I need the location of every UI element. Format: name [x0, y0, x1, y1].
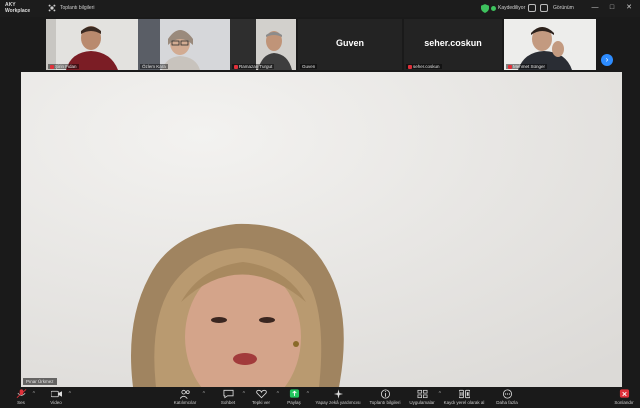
ai-companion-label: Yapay zekâ yardımcısı — [315, 400, 361, 405]
microphone-muted-icon — [16, 389, 26, 399]
end-label: Sonlandır — [614, 400, 634, 405]
participants-button[interactable]: Katılımcılar ^ — [170, 389, 205, 405]
chat-button[interactable]: Sohbet ^ — [216, 389, 245, 405]
chat-icon — [223, 389, 233, 399]
more-label: Daha fazla — [496, 400, 518, 405]
shield-icon[interactable] — [481, 4, 489, 13]
summary-button[interactable]: Toplantı bilgileri — [366, 389, 404, 405]
stop-recording-button[interactable] — [540, 4, 548, 12]
participant-tile[interactable]: Şirin Fidan — [46, 19, 138, 70]
active-speaker-video: Pınar Ürkmez — [21, 72, 622, 387]
chevron-up-icon[interactable]: ^ — [203, 391, 205, 397]
participant-video — [230, 19, 296, 70]
participant-tile[interactable]: Mehmet Sünger — [504, 19, 596, 70]
sparkle-icon — [333, 389, 343, 399]
video-camera-icon — [50, 390, 62, 398]
video-label: Video — [50, 400, 62, 405]
react-label: Tepki ver — [251, 400, 270, 405]
meeting-toolbar: Ses ^ Video ^ Katılımcılar ^ Sohbet ^ Te… — [0, 387, 640, 408]
share-label: Paylaş — [287, 400, 301, 405]
recording-label[interactable]: Kaydediliyor — [498, 5, 525, 11]
participant-video — [504, 19, 596, 70]
share-screen-icon — [289, 389, 299, 398]
mic-muted-icon — [234, 64, 238, 69]
end-call-icon — [619, 389, 629, 398]
close-button[interactable]: ✕ — [624, 3, 634, 13]
heart-icon — [255, 389, 267, 399]
chevron-up-icon[interactable]: ^ — [33, 391, 35, 397]
participants-icon — [179, 389, 190, 399]
next-page-chevron-icon[interactable]: › — [601, 54, 613, 66]
participant-strip: Şirin Fidan Özlem Kara Ramazan Turgut Gu… — [0, 17, 640, 72]
participant-name-label: Ramazan Turgut — [232, 64, 275, 69]
more-dots-icon — [502, 389, 512, 399]
ai-companion-button[interactable]: Yapay zekâ yardımcısı — [314, 389, 362, 405]
recording-dot-icon — [491, 6, 496, 11]
info-icon — [380, 389, 390, 399]
participant-name-label: Guven — [300, 64, 318, 69]
pause-recording-button[interactable] — [528, 4, 536, 12]
chevron-up-icon[interactable]: ^ — [277, 391, 279, 397]
speaker-name-label: Pınar Ürkmez — [23, 378, 57, 385]
end-meeting-button[interactable]: Sonlandır — [612, 389, 636, 405]
participant-tile[interactable]: Ramazan Turgut — [230, 19, 296, 70]
participant-name-label: Şirin Fidan — [48, 64, 79, 69]
mic-muted-icon — [508, 64, 512, 69]
meeting-info-label[interactable]: Toplantı bilgileri — [60, 5, 94, 11]
participant-caption: Guven — [335, 38, 364, 48]
react-button[interactable]: Tepki ver ^ — [248, 389, 279, 405]
speaker-video-feed — [21, 72, 622, 387]
audio-button[interactable]: Ses ^ — [12, 389, 35, 405]
chevron-up-icon[interactable]: ^ — [243, 391, 245, 397]
share-button[interactable]: Paylaş ^ — [284, 389, 309, 405]
chevron-up-icon[interactable]: ^ — [307, 391, 309, 397]
participants-label: Katılımcılar — [173, 400, 197, 405]
participant-tile[interactable]: Özlem Kara — [138, 19, 230, 70]
apps-icon — [417, 389, 427, 399]
participant-video — [138, 19, 230, 70]
meeting-window: AKY Workplace Toplantı bilgileri Kaydedi… — [0, 0, 640, 408]
mic-muted-icon — [50, 64, 54, 69]
participant-name-label: Özlem Kara — [140, 64, 168, 69]
participant-caption: seher.coskun — [424, 38, 482, 48]
maximize-button[interactable]: □ — [607, 3, 617, 13]
more-button[interactable]: Daha fazla — [496, 389, 518, 405]
participant-name-label: seher.coskun — [406, 64, 442, 69]
chevron-up-icon[interactable]: ^ — [439, 391, 441, 397]
chevron-up-icon[interactable]: ^ — [69, 391, 71, 397]
meeting-info-icon[interactable] — [48, 4, 56, 12]
title-bar: AKY Workplace Toplantı bilgileri Kaydedi… — [0, 0, 640, 17]
summary-label: Toplantı bilgileri — [369, 400, 401, 405]
video-button[interactable]: Video ^ — [46, 389, 71, 405]
audio-label: Ses — [17, 400, 25, 405]
view-button[interactable]: Görünüm — [553, 5, 574, 11]
record-button[interactable]: Kaydı yerel olarak al — [442, 389, 486, 405]
participant-tile[interactable]: Guven Guven — [298, 19, 402, 70]
participant-name-label: Mehmet Sünger — [506, 64, 548, 69]
record-pause-stop-icon — [458, 389, 470, 399]
apps-label: Uygulamalar — [409, 400, 435, 405]
mic-muted-icon — [408, 64, 412, 69]
apps-button[interactable]: Uygulamalar ^ — [408, 389, 441, 405]
chat-label: Sohbet — [220, 400, 236, 405]
participant-tile[interactable]: seher.coskun seher.coskun — [404, 19, 502, 70]
minimize-button[interactable]: — — [590, 3, 600, 13]
brand-line-2: Workplace — [5, 8, 31, 14]
participant-video — [46, 19, 138, 70]
app-brand: AKY Workplace — [5, 2, 30, 14]
record-label: Kaydı yerel olarak al — [443, 400, 485, 405]
